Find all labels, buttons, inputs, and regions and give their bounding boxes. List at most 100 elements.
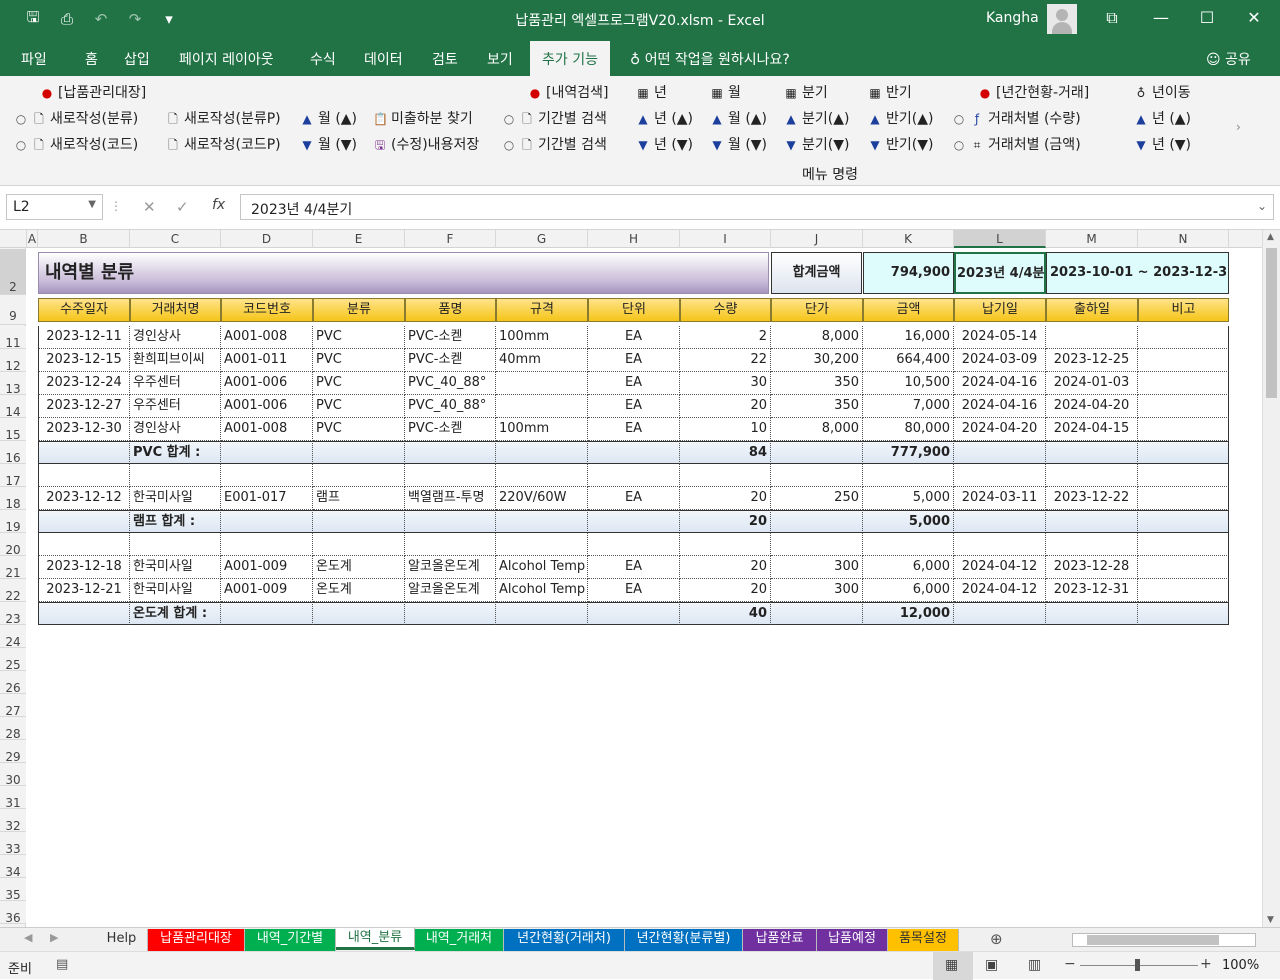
row-header-13[interactable]: 13 <box>0 372 26 396</box>
data-cell[interactable]: A001-006 <box>221 372 313 395</box>
data-cell[interactable]: 우주센터 <box>130 395 221 418</box>
blank-cell[interactable] <box>130 464 221 487</box>
subtotal-cell[interactable] <box>221 441 313 464</box>
data-cell[interactable]: 100mm <box>496 326 588 349</box>
data-cell[interactable] <box>496 372 588 395</box>
subtotal-cell[interactable] <box>405 441 496 464</box>
data-cell[interactable]: 2023-12-12 <box>38 487 130 510</box>
header-cell[interactable]: 단가 <box>771 298 863 322</box>
formula-input[interactable]: 2023년 4/4분기 ⌄ <box>240 194 1274 220</box>
blank-cell[interactable] <box>588 464 680 487</box>
data-cell[interactable]: 경인상사 <box>130 326 221 349</box>
data-cell[interactable]: EA <box>588 579 680 602</box>
period-search-button-2[interactable]: ○ 🗋 기간별 검색 <box>502 134 607 157</box>
data-cell[interactable]: 알코올온도계 <box>405 579 496 602</box>
data-cell[interactable]: 램프 <box>313 487 405 510</box>
data-cell[interactable]: 우주센터 <box>130 372 221 395</box>
sheet-tab[interactable]: Help <box>96 929 148 951</box>
period-search-button-1[interactable]: ○ 🗋 기간별 검색 <box>502 108 607 131</box>
new-class-button[interactable]: ○ 🗋 새로작성(분류) <box>14 108 138 131</box>
enter-icon[interactable]: ✓ <box>176 198 189 216</box>
blank-cell[interactable] <box>863 533 954 556</box>
blank-cell[interactable] <box>405 533 496 556</box>
data-cell[interactable]: 2023-12-18 <box>38 556 130 579</box>
tab-insert[interactable]: 삽입 <box>124 49 150 69</box>
subtotal-cell[interactable] <box>1138 510 1229 533</box>
data-cell[interactable]: 8,000 <box>771 418 863 441</box>
row-header-28[interactable]: 28 <box>0 717 26 741</box>
data-cell[interactable] <box>1138 579 1229 602</box>
blank-cell[interactable] <box>954 533 1046 556</box>
period-label-cell[interactable]: 2023년 4/4분기 <box>954 252 1046 294</box>
row-header-2[interactable]: 2 <box>0 249 26 295</box>
scroll-up-icon[interactable]: ▲ <box>1267 232 1274 242</box>
data-cell[interactable]: 20 <box>680 556 771 579</box>
blank-cell[interactable] <box>680 533 771 556</box>
data-cell[interactable] <box>1138 556 1229 579</box>
data-cell[interactable]: 2024-04-12 <box>954 579 1046 602</box>
subtotal-cell[interactable] <box>405 510 496 533</box>
data-cell[interactable]: PVC <box>313 418 405 441</box>
row-header-31[interactable]: 31 <box>0 786 26 810</box>
data-cell[interactable]: 20 <box>680 579 771 602</box>
data-cell[interactable]: 2024-01-03 <box>1046 372 1138 395</box>
half-button[interactable]: ▦ 반기 <box>868 82 911 102</box>
by-client-amt-button[interactable]: ○ ⌗ 거래처별 (금액) <box>952 134 1081 154</box>
subtotal-cell[interactable] <box>1046 510 1138 533</box>
year-down-button-2[interactable]: ▼ 년 (▼) <box>1134 134 1191 154</box>
sheet-tab[interactable]: 년간현황(거래처) <box>504 929 625 951</box>
row-header-11[interactable]: 11 <box>0 326 26 350</box>
data-cell[interactable]: A001-009 <box>221 579 313 602</box>
month-down-button[interactable]: ▼ 월 (▼) <box>300 134 357 154</box>
data-cell[interactable]: 350 <box>771 372 863 395</box>
year-up-button[interactable]: ▲ 년 (▲) <box>636 108 693 128</box>
insert-function-icon[interactable]: fx <box>212 197 225 213</box>
data-cell[interactable]: 40mm <box>496 349 588 372</box>
data-cell[interactable]: PVC <box>313 349 405 372</box>
data-cell[interactable]: 300 <box>771 579 863 602</box>
data-cell[interactable]: EA <box>588 556 680 579</box>
data-cell[interactable]: 경인상사 <box>130 418 221 441</box>
row-header-15[interactable]: 15 <box>0 418 26 442</box>
data-cell[interactable]: 온도계 <box>313 579 405 602</box>
half-up-button[interactable]: ▲ 반기(▲) <box>868 108 933 128</box>
header-cell[interactable]: 단위 <box>588 298 680 322</box>
subtotal-cell[interactable]: 40 <box>680 602 771 625</box>
data-cell[interactable]: 알코올온도계 <box>405 556 496 579</box>
data-cell[interactable]: 2024-04-16 <box>954 372 1046 395</box>
data-cell[interactable]: 664,400 <box>863 349 954 372</box>
row-header-35[interactable]: 35 <box>0 878 26 902</box>
data-cell[interactable]: 환희피브이씨 <box>130 349 221 372</box>
subtotal-cell[interactable]: 5,000 <box>863 510 954 533</box>
name-box[interactable]: L2 ▼ <box>6 194 103 220</box>
subtotal-cell[interactable] <box>38 441 130 464</box>
row-header-9[interactable]: 9 <box>0 295 26 325</box>
data-cell[interactable]: 8,000 <box>771 326 863 349</box>
sheet-tab[interactable]: 납품예정 <box>817 929 888 951</box>
new-code-button[interactable]: ○ 🗋 새로작성(코드) <box>14 134 138 157</box>
data-cell[interactable] <box>1138 372 1229 395</box>
quarter-up-button[interactable]: ▲ 분기(▲) <box>784 108 849 128</box>
tab-data[interactable]: 데이터 <box>364 49 403 69</box>
worksheet-grid[interactable]: 내역별 분류합계금액794,9002023년 4/4분기2023-10-01 ~… <box>27 249 1261 927</box>
share-button[interactable]: ☺ 공유 <box>1206 49 1251 69</box>
row-header-34[interactable]: 34 <box>0 855 26 879</box>
data-cell[interactable]: PVC <box>313 326 405 349</box>
row-header-25[interactable]: 25 <box>0 648 26 672</box>
data-cell[interactable]: E001-017 <box>221 487 313 510</box>
data-cell[interactable]: 10,500 <box>863 372 954 395</box>
page-layout-view-icon[interactable]: ▣ <box>985 957 998 973</box>
subtotal-cell[interactable] <box>1046 441 1138 464</box>
subtotal-cell[interactable] <box>38 602 130 625</box>
data-cell[interactable]: A001-008 <box>221 326 313 349</box>
header-cell[interactable]: 비고 <box>1138 298 1229 322</box>
select-all-corner[interactable] <box>0 230 27 248</box>
data-cell[interactable]: 16,000 <box>863 326 954 349</box>
data-cell[interactable]: 6,000 <box>863 579 954 602</box>
row-header-29[interactable]: 29 <box>0 740 26 764</box>
row-header-22[interactable]: 22 <box>0 579 26 603</box>
minimize-icon[interactable]: — <box>1146 6 1176 30</box>
annual-status-label[interactable]: ● [년간현황-거래] <box>978 82 1090 102</box>
half-down-button[interactable]: ▼ 반기(▼) <box>868 134 933 154</box>
data-cell[interactable]: 2023-12-21 <box>38 579 130 602</box>
